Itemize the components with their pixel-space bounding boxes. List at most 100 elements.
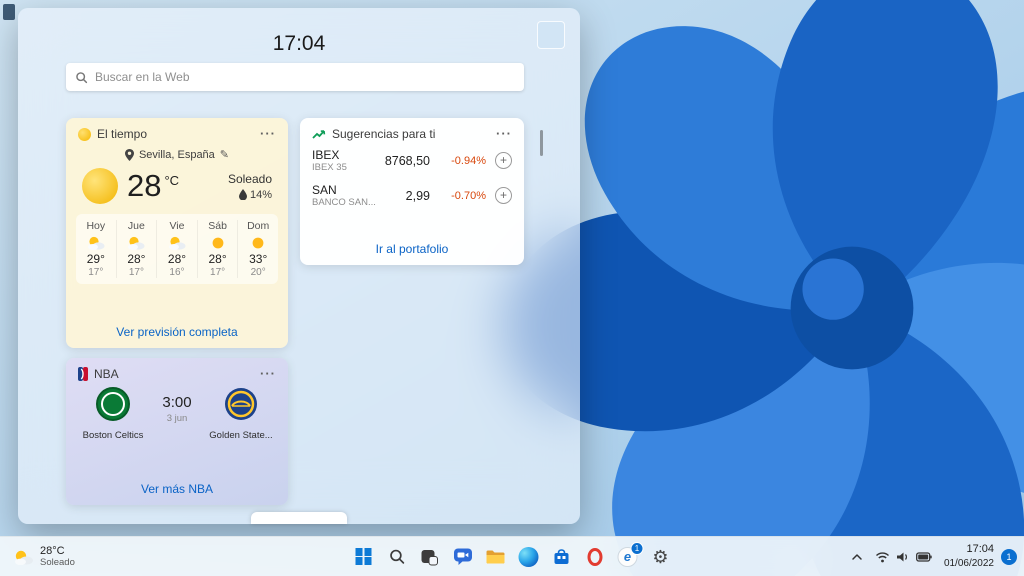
system-tray: 17:04 01/06/2022 1 xyxy=(845,537,1024,576)
forecast-day: Dom 33° 20° xyxy=(237,220,278,278)
stock-change: -0.70% xyxy=(438,190,486,202)
panel-expand-button[interactable] xyxy=(251,512,347,524)
notification-center-badge[interactable]: 1 xyxy=(1001,549,1017,565)
weather-widget[interactable]: El tiempo ··· Sevilla, España ✎ 28 °C So… xyxy=(66,118,288,348)
weather-widget-title: El tiempo xyxy=(97,127,147,141)
edge-button[interactable] xyxy=(515,543,543,571)
partly-cloudy-icon xyxy=(86,235,106,251)
stocks-widget[interactable]: Sugerencias para ti ··· IBEX IBEX 35 876… xyxy=(300,118,524,265)
taskbar-search-button[interactable] xyxy=(383,543,411,571)
stocks-menu-button[interactable]: ··· xyxy=(496,129,512,139)
add-stock-button[interactable]: + xyxy=(495,152,512,169)
weather-widget-header: El tiempo ··· xyxy=(66,118,288,143)
forecast-day: Hoy 29° 17° xyxy=(76,220,116,278)
file-explorer-button[interactable] xyxy=(482,543,510,571)
panel-scrollbar[interactable] xyxy=(540,130,543,156)
profile-button[interactable] xyxy=(537,21,565,49)
weather-sun-icon xyxy=(78,128,91,141)
weather-current: 28 °C Soleado 14% xyxy=(66,161,288,204)
droplet-icon xyxy=(239,189,247,200)
opera-button[interactable] xyxy=(581,543,609,571)
taskbar: 28°C Soleado xyxy=(0,536,1024,576)
stock-price: 2,99 xyxy=(384,189,438,203)
home-team: Boston Celtics xyxy=(80,387,146,441)
weather-condition-label: Soleado xyxy=(228,172,272,186)
sunny-icon xyxy=(248,235,268,251)
task-view-icon xyxy=(421,548,439,566)
stock-price: 8768,50 xyxy=(384,154,438,168)
add-stock-button[interactable]: + xyxy=(495,187,512,204)
weather-location[interactable]: Sevilla, España ✎ xyxy=(66,148,288,161)
nba-widget[interactable]: NBA ··· Boston Celtics 3:00 3 jun xyxy=(66,358,288,505)
chat-icon xyxy=(453,548,472,565)
show-hidden-icons-button[interactable] xyxy=(845,543,869,571)
stock-id: SAN BANCO SAN... xyxy=(312,183,384,208)
nba-widget-title: NBA xyxy=(94,367,119,381)
forecast-strip: Hoy 29° 17° Jue 28° 17° Vie 28° 16° xyxy=(76,214,278,284)
sunny-icon xyxy=(208,235,228,251)
clock-date-button[interactable]: 17:04 01/06/2022 xyxy=(938,542,1000,571)
weather-location-label: Sevilla, España xyxy=(139,149,215,161)
warriors-logo-icon xyxy=(224,387,258,421)
partly-cloudy-icon xyxy=(126,235,146,251)
nba-widget-header: NBA ··· xyxy=(66,358,288,383)
chat-button[interactable] xyxy=(449,543,477,571)
away-team: Golden State... xyxy=(208,387,274,441)
stock-row[interactable]: IBEX IBEX 35 8768,50 -0.94% + xyxy=(300,143,524,178)
taskbar-weather-text: 28°C Soleado xyxy=(40,545,75,568)
desktop: 17:04 El tiempo ··· Sevilla, España xyxy=(0,0,1024,576)
stocks-widget-title: Sugerencias para ti xyxy=(332,127,435,141)
edit-location-icon[interactable]: ✎ xyxy=(220,148,229,161)
forecast-day: Vie 28° 16° xyxy=(156,220,197,278)
nba-logo-icon xyxy=(78,367,88,381)
search-input[interactable] xyxy=(95,70,515,84)
start-button[interactable] xyxy=(350,543,378,571)
partly-cloudy-icon xyxy=(167,235,187,251)
search-icon xyxy=(388,548,405,565)
panel-clock: 17:04 xyxy=(18,32,580,56)
location-pin-icon xyxy=(125,149,134,161)
nba-more-link[interactable]: Ver más NBA xyxy=(66,482,288,496)
taskbar-center: e 1 ⚙ xyxy=(350,537,675,576)
weather-menu-button[interactable]: ··· xyxy=(260,129,276,139)
stock-change: -0.94% xyxy=(438,155,486,167)
forecast-day: Jue 28° 17° xyxy=(116,220,157,278)
folder-icon xyxy=(486,549,506,565)
store-button[interactable] xyxy=(548,543,576,571)
weather-condition-block: Soleado 14% xyxy=(228,172,272,201)
taskbar-weather-button[interactable]: 28°C Soleado xyxy=(4,539,83,574)
battery-icon xyxy=(916,552,932,562)
windows-logo-icon xyxy=(355,548,372,565)
search-icon xyxy=(75,71,88,84)
edge-icon xyxy=(519,547,539,567)
forecast-day: Sáb 28° 17° xyxy=(197,220,238,278)
browser-button[interactable]: e 1 xyxy=(614,543,642,571)
settings-button[interactable]: ⚙ xyxy=(647,543,675,571)
trending-up-icon xyxy=(312,128,326,140)
network-icon xyxy=(875,551,890,563)
sunny-icon xyxy=(82,168,118,204)
game-time-block: 3:00 3 jun xyxy=(162,394,191,441)
weather-full-forecast-link[interactable]: Ver previsión completa xyxy=(66,325,288,339)
stocks-widget-header: Sugerencias para ti ··· xyxy=(300,118,524,143)
opera-icon xyxy=(587,548,602,566)
chevron-up-icon xyxy=(851,551,863,563)
quick-settings-button[interactable] xyxy=(869,543,938,571)
store-icon xyxy=(553,548,571,566)
stock-row[interactable]: SAN BANCO SAN... 2,99 -0.70% + xyxy=(300,178,524,213)
portfolio-link[interactable]: Ir al portafolio xyxy=(300,242,524,256)
gear-icon: ⚙ xyxy=(652,548,668,566)
nba-menu-button[interactable]: ··· xyxy=(260,369,276,379)
celtics-logo-icon xyxy=(96,387,130,421)
web-search-bar[interactable] xyxy=(66,63,524,91)
precipitation: 14% xyxy=(228,189,272,201)
notification-badge: 1 xyxy=(631,542,644,555)
nba-game[interactable]: Boston Celtics 3:00 3 jun Golden State..… xyxy=(66,383,288,441)
sun-cloud-icon xyxy=(12,548,34,566)
stock-id: IBEX IBEX 35 xyxy=(312,148,384,173)
task-view-button[interactable] xyxy=(416,543,444,571)
current-temperature: 28 °C xyxy=(127,169,179,203)
volume-icon xyxy=(896,551,910,563)
corner-app-icon xyxy=(3,4,15,20)
widgets-panel: 17:04 El tiempo ··· Sevilla, España xyxy=(18,8,580,524)
